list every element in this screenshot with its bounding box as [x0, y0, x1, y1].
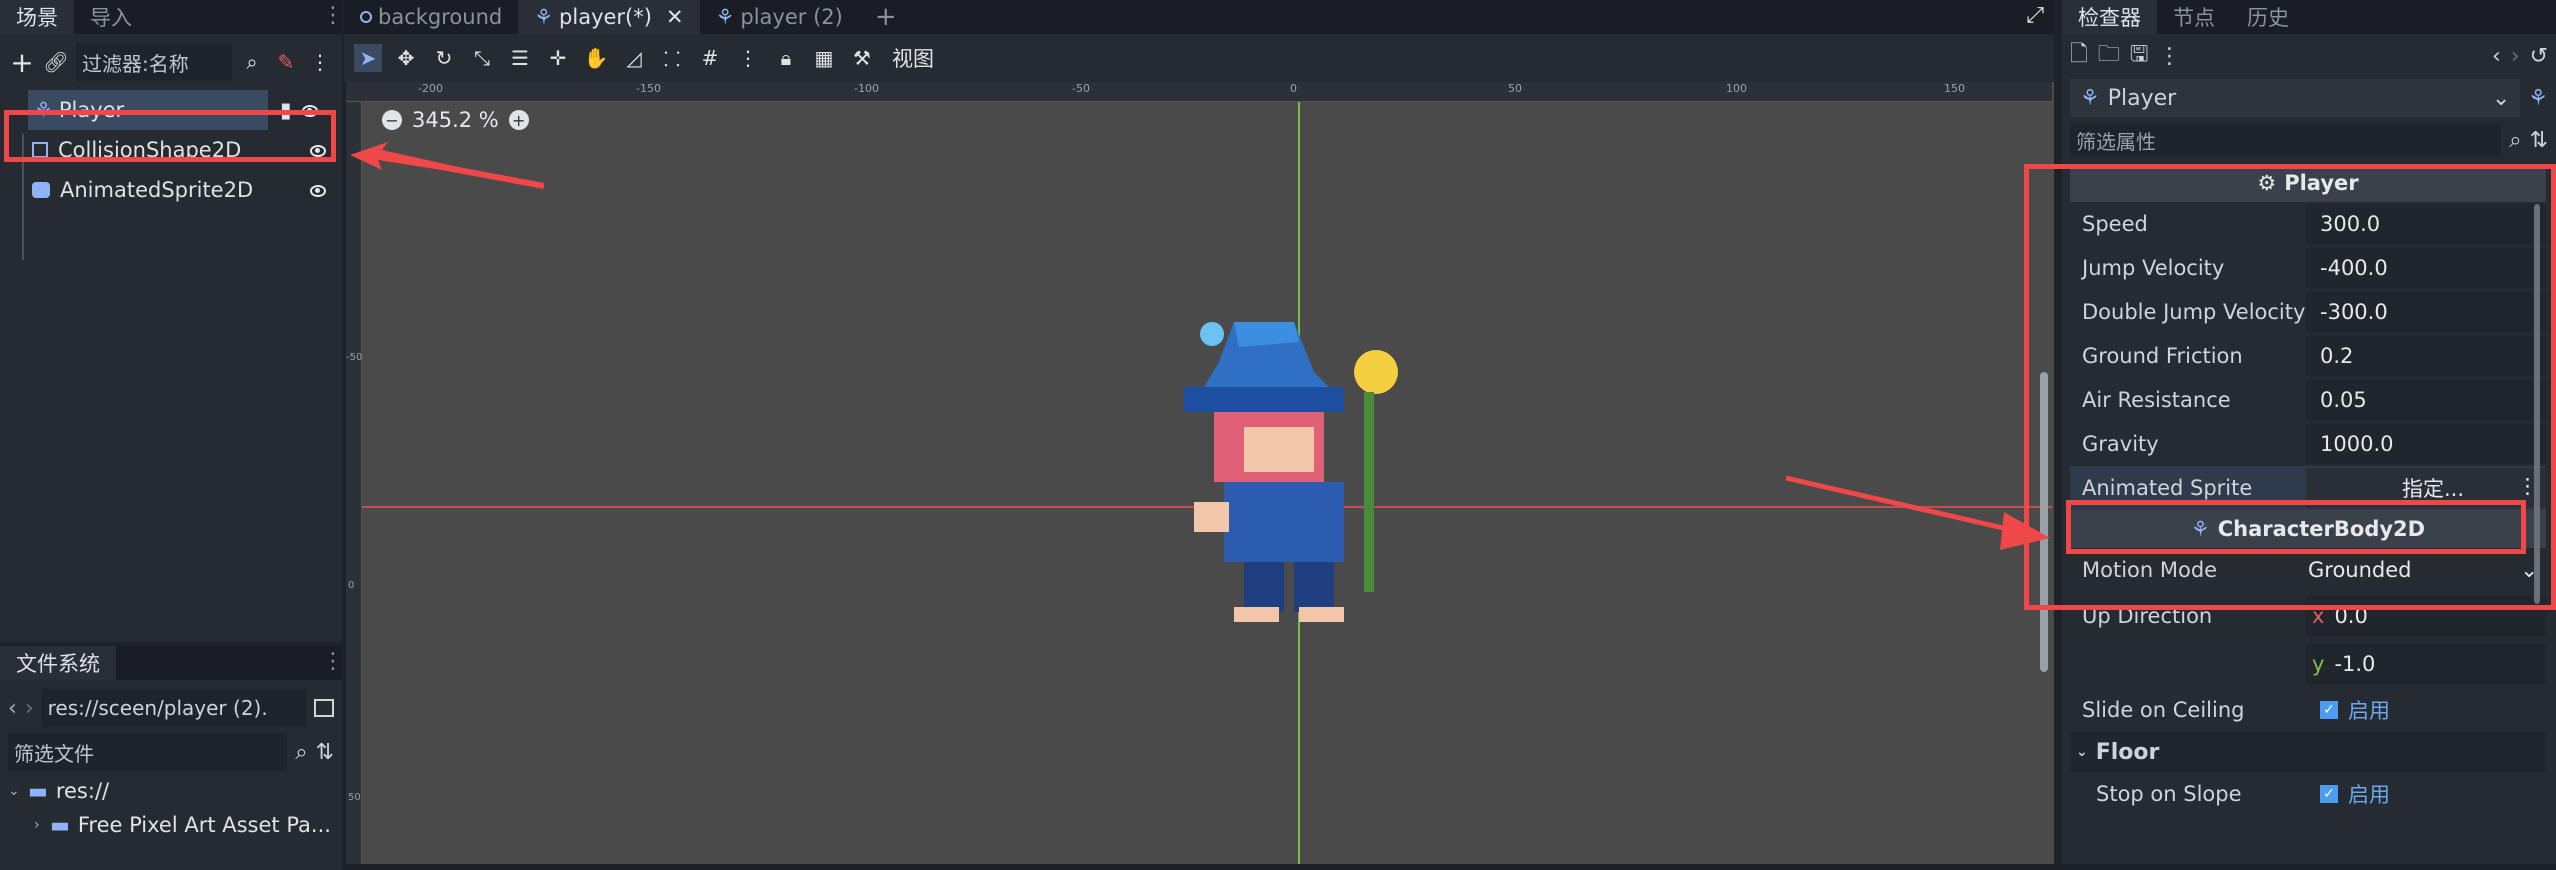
annotation-arrow-left-line [371, 151, 545, 189]
annotation-arrows [350, 142, 2050, 550]
annotation-arrow-right-line [1785, 475, 2013, 533]
annotation-arrow-right [2000, 512, 2050, 550]
